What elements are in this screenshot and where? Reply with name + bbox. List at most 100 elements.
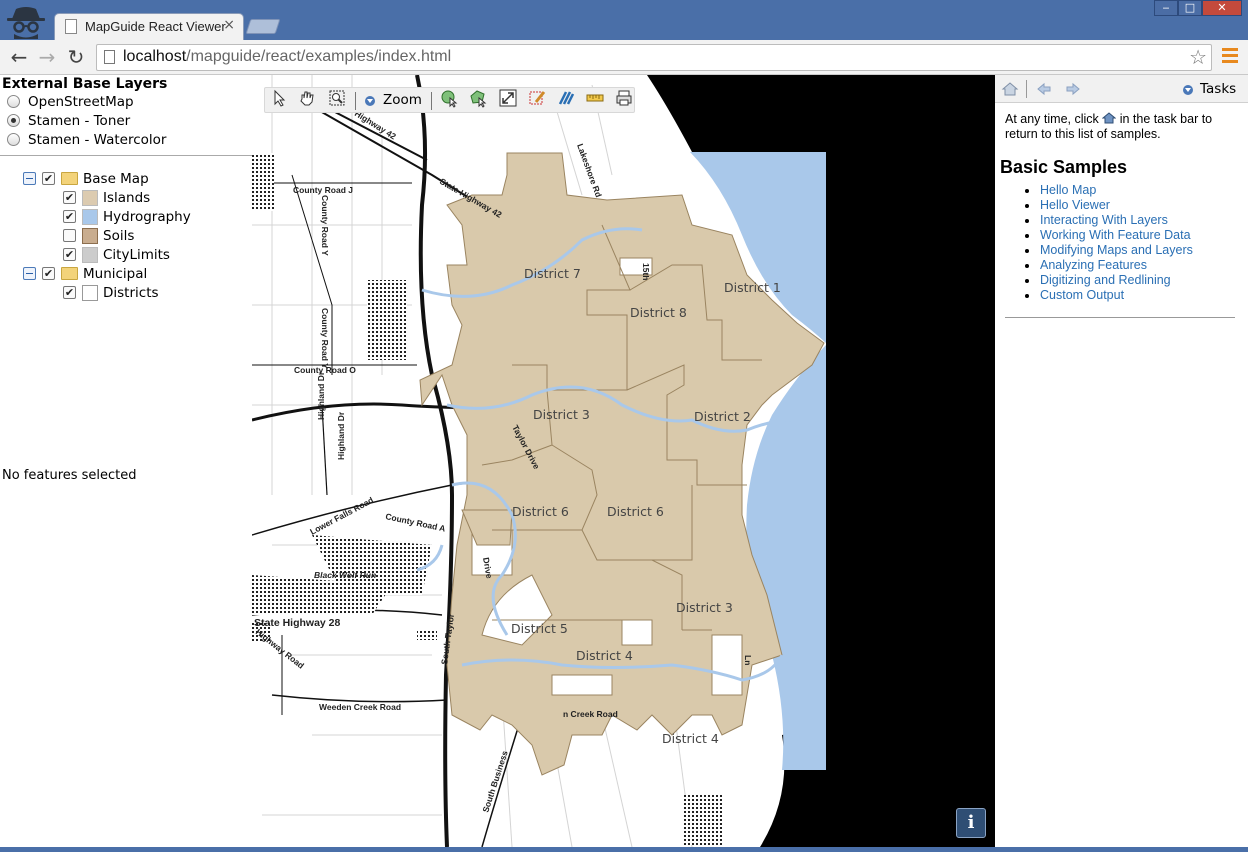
tab-close-icon[interactable]: ×: [223, 17, 235, 33]
radio-button[interactable]: [7, 95, 20, 108]
layer-style-swatch: [82, 190, 98, 206]
road-label: Weeden Creek Road: [319, 702, 401, 712]
layer-style-swatch: [82, 209, 98, 225]
layer-visibility-checkbox[interactable]: ✔: [63, 210, 76, 223]
incognito-icon: [7, 7, 45, 39]
layer-visibility-checkbox[interactable]: ✔: [63, 191, 76, 204]
radio-button-selected[interactable]: [7, 114, 20, 127]
sample-link[interactable]: Working With Feature Data: [1040, 228, 1191, 242]
district-label: District 4: [662, 731, 719, 746]
road-label: County Road A: [385, 511, 447, 533]
map-toolbar: Zoom: [264, 87, 635, 113]
url-text[interactable]: localhost/mapguide/react/examples/index.…: [123, 48, 451, 66]
external-base-layers-title: External Base Layers: [2, 76, 168, 92]
map-viewer[interactable]: District 7 District 1 District 8 Distric…: [252, 75, 995, 847]
base-layer-label: Stamen - Watercolor: [28, 132, 167, 148]
road-label: County Road Y: [320, 195, 330, 256]
base-layer-label: OpenStreetMap: [28, 94, 134, 110]
pan-hand-icon[interactable]: [297, 88, 317, 108]
district-label: District 3: [533, 407, 590, 422]
back-arrow-icon[interactable]: ←: [7, 46, 31, 68]
sample-link[interactable]: Digitizing and Redlining: [1040, 273, 1171, 287]
collapse-toggle-icon[interactable]: [23, 172, 36, 185]
back-arrow-icon[interactable]: [1035, 80, 1053, 98]
url-host: localhost: [123, 48, 187, 65]
list-item: Interacting With Layers: [1025, 213, 1193, 228]
layer-visibility-checkbox[interactable]: [63, 229, 76, 242]
info-button[interactable]: i: [956, 808, 986, 838]
zoom-menu-label: Zoom: [383, 92, 422, 108]
task-pane: Tasks At any time, click in the task bar…: [995, 75, 1248, 847]
district-label: District 8: [630, 305, 687, 320]
layer-label: Hydrography: [103, 209, 191, 225]
url-path: /mapguide/react/examples/index.html: [186, 48, 452, 65]
map-canvas[interactable]: District 7 District 1 District 8 Distric…: [252, 75, 995, 847]
bookmark-star-icon[interactable]: ☆: [1189, 45, 1207, 69]
left-panel: External Base Layers OpenStreetMap Stame…: [0, 75, 252, 847]
browser-tab[interactable]: MapGuide React Viewer ×: [54, 13, 244, 40]
buffer-tool-icon[interactable]: [556, 88, 576, 108]
road-label: Highway Road: [254, 627, 306, 671]
district-label: District 4: [576, 648, 633, 663]
browser-menu-icon[interactable]: [1222, 48, 1238, 66]
sample-link[interactable]: Modifying Maps and Layers: [1040, 243, 1193, 257]
layer-style-swatch: [82, 285, 98, 301]
sample-link[interactable]: Analyzing Features: [1040, 258, 1147, 272]
road-label: Highland Dr: [316, 371, 326, 420]
sample-link[interactable]: Interacting With Layers: [1040, 213, 1168, 227]
page-icon: [104, 50, 115, 64]
list-item: Analyzing Features: [1025, 258, 1193, 273]
list-item: Custom Output: [1025, 288, 1193, 303]
group-label: Base Map: [83, 171, 149, 187]
sample-link[interactable]: Hello Map: [1040, 183, 1096, 197]
browser-toolbar: ← → ↻ localhost/mapguide/react/examples/…: [0, 40, 1248, 75]
select-arrow-icon[interactable]: [269, 88, 289, 108]
print-icon[interactable]: [614, 88, 634, 108]
list-item: Hello Viewer: [1025, 198, 1193, 213]
window-minimize-button[interactable]: ‒: [1154, 0, 1178, 16]
zoom-rectangle-icon[interactable]: [327, 88, 347, 108]
radio-button[interactable]: [7, 133, 20, 146]
toolbar-separator: [355, 92, 356, 110]
sample-link[interactable]: Custom Output: [1040, 288, 1124, 302]
select-polygon-icon[interactable]: [468, 88, 488, 108]
page-icon: [65, 19, 77, 34]
reload-icon[interactable]: ↻: [64, 46, 88, 68]
sample-link[interactable]: Hello Viewer: [1040, 198, 1110, 212]
road-label: County Road Y: [320, 308, 330, 369]
chevron-down-icon: [1183, 85, 1193, 95]
layer-label: Islands: [103, 190, 151, 206]
window-close-button[interactable]: ✕: [1202, 0, 1242, 16]
road-label: County Road J: [293, 185, 353, 195]
forward-arrow-icon[interactable]: [1064, 80, 1082, 98]
district-label: District 3: [676, 600, 733, 615]
road-label: Lakeshore Rd: [575, 142, 604, 198]
samples-list: Hello Map Hello Viewer Interacting With …: [1025, 183, 1193, 303]
road-label: Highland Dr: [336, 411, 346, 460]
layer-label: CityLimits: [103, 247, 170, 263]
new-tab-button[interactable]: [245, 19, 281, 34]
road-label: 15th: [641, 263, 651, 280]
group-visibility-checkbox[interactable]: ✔: [42, 267, 55, 280]
task-home-icon[interactable]: [1001, 80, 1019, 98]
layer-label: Soils: [103, 228, 135, 244]
list-item: Working With Feature Data: [1025, 228, 1193, 243]
group-visibility-checkbox[interactable]: ✔: [42, 172, 55, 185]
divider: [1005, 317, 1235, 318]
tasks-menu-label: Tasks: [1200, 81, 1237, 97]
window-maximize-button[interactable]: □: [1178, 0, 1202, 16]
forward-arrow-icon[interactable]: →: [35, 46, 59, 68]
select-radius-icon[interactable]: [439, 88, 459, 108]
measure-ruler-icon[interactable]: [585, 88, 605, 108]
collapse-toggle-icon[interactable]: [23, 267, 36, 280]
zoom-extents-icon[interactable]: [498, 88, 518, 108]
clear-selection-icon[interactable]: [527, 88, 547, 108]
address-bar[interactable]: localhost/mapguide/react/examples/index.…: [96, 44, 1212, 71]
layer-visibility-checkbox[interactable]: ✔: [63, 248, 76, 261]
layer-visibility-checkbox[interactable]: ✔: [63, 286, 76, 299]
district-label: District 7: [524, 266, 581, 281]
road-label: n Creek Road: [563, 709, 618, 719]
base-layer-label: Stamen - Toner: [28, 113, 131, 129]
divider: [0, 155, 252, 156]
road-label: State Highway 28: [254, 617, 341, 629]
